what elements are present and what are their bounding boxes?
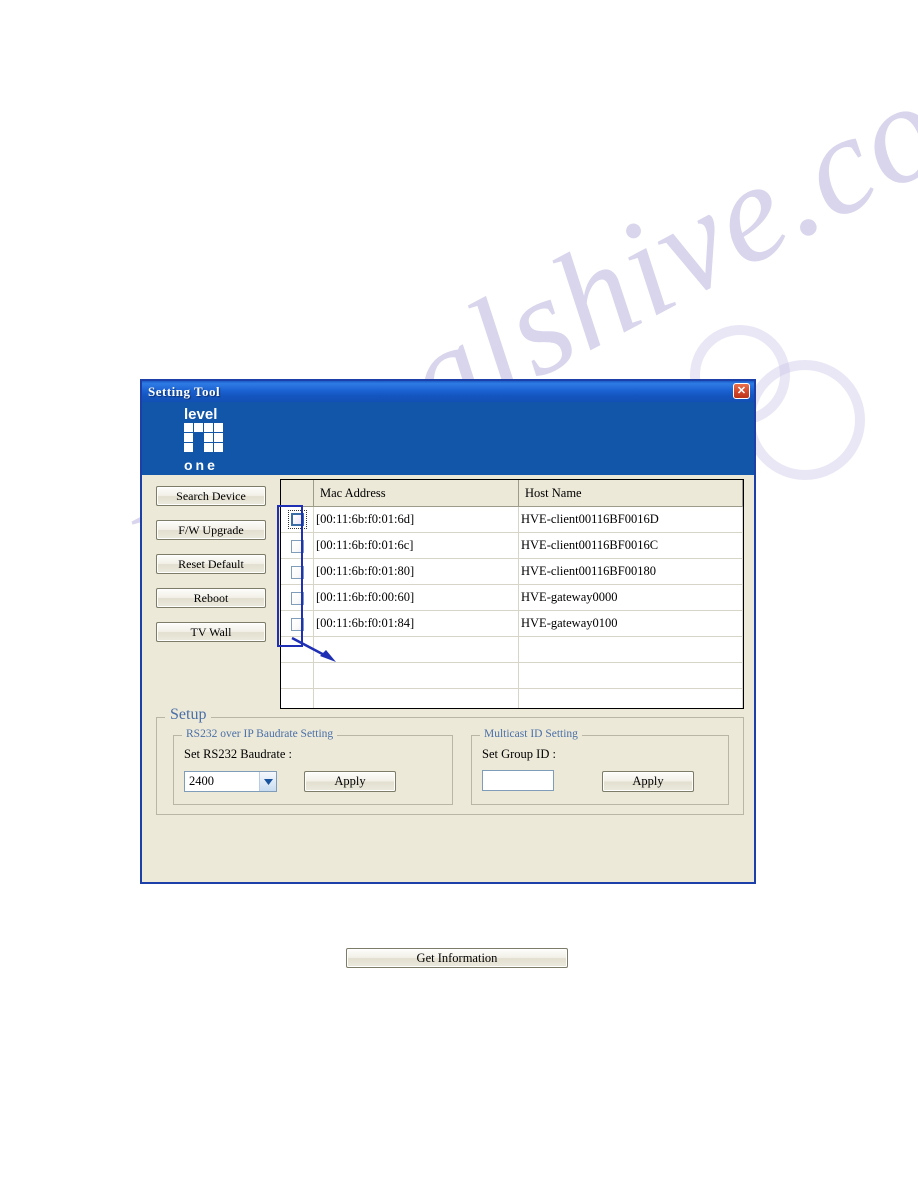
column-header-mac-address[interactable]: Mac Address bbox=[313, 480, 519, 507]
tv-wall-button[interactable]: TV Wall bbox=[156, 622, 266, 642]
logo-bottom-word: one bbox=[184, 457, 218, 473]
row-select-cell[interactable] bbox=[281, 584, 314, 611]
rs232-baudrate-label: Set RS232 Baudrate : bbox=[184, 747, 292, 761]
logo-mark-icon bbox=[184, 423, 230, 457]
get-information-button[interactable]: Get Information bbox=[346, 948, 568, 968]
cell-host-name: HVE-gateway0000 bbox=[518, 584, 743, 611]
table-row[interactable]: [00:11:6b:f0:01:6d] HVE-client00116BF0016… bbox=[281, 506, 743, 533]
apply-group-id-button[interactable]: Apply bbox=[602, 771, 694, 792]
cell-mac-address: [00:11:6b:f0:01:6c] bbox=[313, 532, 519, 559]
chevron-down-icon[interactable] bbox=[259, 772, 276, 791]
table-empty-cell bbox=[518, 662, 743, 689]
table-empty-cell bbox=[281, 688, 314, 708]
window-content: Search Device F/W Upgrade Reset Default … bbox=[142, 475, 754, 968]
baudrate-selected-value: 2400 bbox=[189, 774, 214, 788]
cell-mac-address: [00:11:6b:f0:00:60] bbox=[313, 584, 519, 611]
cell-host-name: HVE-client00116BF0016D bbox=[518, 506, 743, 533]
row-select-cell[interactable] bbox=[281, 532, 314, 559]
setup-groupbox: RS232 over IP Baudrate Setting Set RS232… bbox=[156, 717, 744, 815]
row-select-cell[interactable] bbox=[281, 558, 314, 585]
rs232-baudrate-group: RS232 over IP Baudrate Setting Set RS232… bbox=[173, 728, 453, 805]
table-empty-cell bbox=[313, 688, 519, 708]
row-checkbox[interactable] bbox=[290, 513, 304, 526]
table-body: [00:11:6b:f0:01:6d] HVE-client00116BF0016… bbox=[281, 506, 743, 708]
table-empty-row bbox=[281, 688, 743, 708]
cell-mac-address: [00:11:6b:f0:01:80] bbox=[313, 558, 519, 585]
fw-upgrade-button[interactable]: F/W Upgrade bbox=[156, 520, 266, 540]
reset-default-button[interactable]: Reset Default bbox=[156, 554, 266, 574]
table-empty-cell bbox=[313, 662, 519, 689]
cell-mac-address: [00:11:6b:f0:01:6d] bbox=[313, 506, 519, 533]
row-checkbox[interactable] bbox=[290, 617, 304, 631]
column-header-host-name[interactable]: Host Name bbox=[518, 480, 743, 507]
table-header-row: Mac Address Host Name bbox=[281, 480, 743, 507]
title-bar: Setting Tool ✕ bbox=[142, 381, 754, 402]
watermark-ring bbox=[745, 360, 865, 480]
row-checkbox[interactable] bbox=[290, 539, 304, 553]
cell-mac-address: [00:11:6b:f0:01:84] bbox=[313, 610, 519, 637]
close-icon[interactable]: ✕ bbox=[733, 383, 750, 399]
reboot-button[interactable]: Reboot bbox=[156, 588, 266, 608]
table-empty-row bbox=[281, 662, 743, 689]
multicast-group-legend: Multicast ID Setting bbox=[480, 728, 582, 740]
group-id-input[interactable] bbox=[482, 770, 554, 791]
rs232-group-legend: RS232 over IP Baudrate Setting bbox=[182, 728, 338, 740]
table-empty-cell bbox=[281, 662, 314, 689]
table-row[interactable]: [00:11:6b:f0:01:84] HVE-gateway0100 bbox=[281, 610, 743, 637]
apply-baudrate-button[interactable]: Apply bbox=[304, 771, 396, 792]
column-header-select[interactable] bbox=[281, 480, 314, 507]
row-select-cell[interactable] bbox=[281, 610, 314, 637]
table-row[interactable]: [00:11:6b:f0:00:60] HVE-gateway0000 bbox=[281, 584, 743, 611]
brand-banner: level one bbox=[142, 402, 754, 475]
table-empty-cell bbox=[518, 636, 743, 663]
row-checkbox[interactable] bbox=[290, 565, 304, 579]
table-empty-row bbox=[281, 636, 743, 663]
group-id-label: Set Group ID : bbox=[482, 747, 556, 761]
table-empty-cell bbox=[518, 688, 743, 708]
window-title: Setting Tool bbox=[148, 383, 221, 399]
row-select-cell[interactable] bbox=[281, 506, 314, 533]
logo-top-word: level bbox=[184, 406, 218, 423]
action-button-panel: Search Device F/W Upgrade Reset Default … bbox=[156, 486, 266, 656]
setup-legend: Setup bbox=[165, 706, 212, 724]
table-empty-cell bbox=[281, 636, 314, 663]
cell-host-name: HVE-client00116BF00180 bbox=[518, 558, 743, 585]
search-device-button[interactable]: Search Device bbox=[156, 486, 266, 506]
multicast-id-group: Multicast ID Setting Set Group ID : Appl… bbox=[471, 728, 729, 805]
table-empty-cell bbox=[313, 636, 519, 663]
row-checkbox[interactable] bbox=[290, 591, 304, 605]
levelone-logo: level one bbox=[182, 406, 244, 473]
setting-tool-window: Setting Tool ✕ level one Search Device F… bbox=[140, 379, 756, 968]
cell-host-name: HVE-client00116BF0016C bbox=[518, 532, 743, 559]
row-checkbox-focus-ring bbox=[287, 510, 307, 529]
baudrate-dropdown[interactable]: 2400 bbox=[184, 771, 277, 792]
table-row[interactable]: [00:11:6b:f0:01:6c] HVE-client00116BF0016… bbox=[281, 532, 743, 559]
cell-host-name: HVE-gateway0100 bbox=[518, 610, 743, 637]
device-list-table[interactable]: Mac Address Host Name [00:11:6b:f0:01:6d… bbox=[280, 479, 744, 709]
table-row[interactable]: [00:11:6b:f0:01:80] HVE-client00116BF0018… bbox=[281, 558, 743, 585]
setup-section: Setup RS232 over IP Baudrate Setting Set… bbox=[156, 706, 744, 815]
